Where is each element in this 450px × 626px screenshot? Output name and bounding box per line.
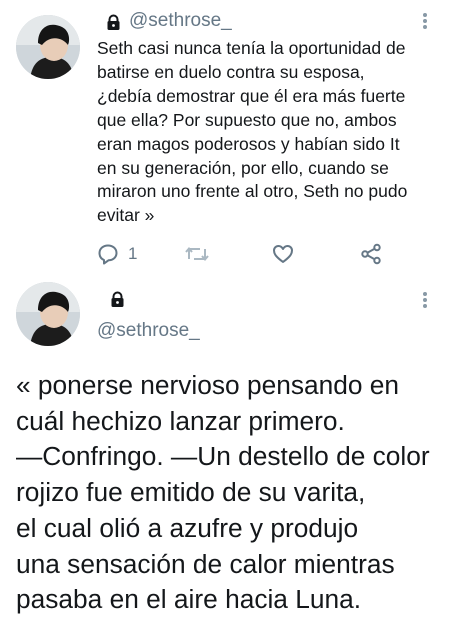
retweet-icon: [184, 243, 210, 265]
more-icon[interactable]: [417, 11, 433, 33]
like-icon: [272, 243, 294, 265]
share-button[interactable]: [360, 243, 382, 265]
avatar[interactable]: [16, 15, 80, 79]
reply-count: 1: [128, 244, 138, 263]
author-handle[interactable]: @sethrose_: [97, 320, 200, 342]
avatar[interactable]: [16, 282, 80, 346]
reply-icon: [97, 243, 119, 265]
more-icon[interactable]: [417, 290, 433, 312]
retweet-button[interactable]: [184, 243, 210, 265]
share-icon: [360, 243, 382, 265]
tweet-text: « ponerse nervioso pensando en cuál hech…: [16, 370, 430, 615]
like-button[interactable]: [272, 243, 294, 265]
tweet-actions: 1: [0, 243, 450, 269]
lock-icon: [109, 291, 126, 308]
lock-icon: [105, 14, 122, 31]
reply-button[interactable]: 1: [97, 243, 137, 265]
tweet-text: Seth casi nunca tenía la oportunidad de …: [97, 38, 408, 226]
author-handle[interactable]: @sethrose_: [129, 10, 232, 32]
